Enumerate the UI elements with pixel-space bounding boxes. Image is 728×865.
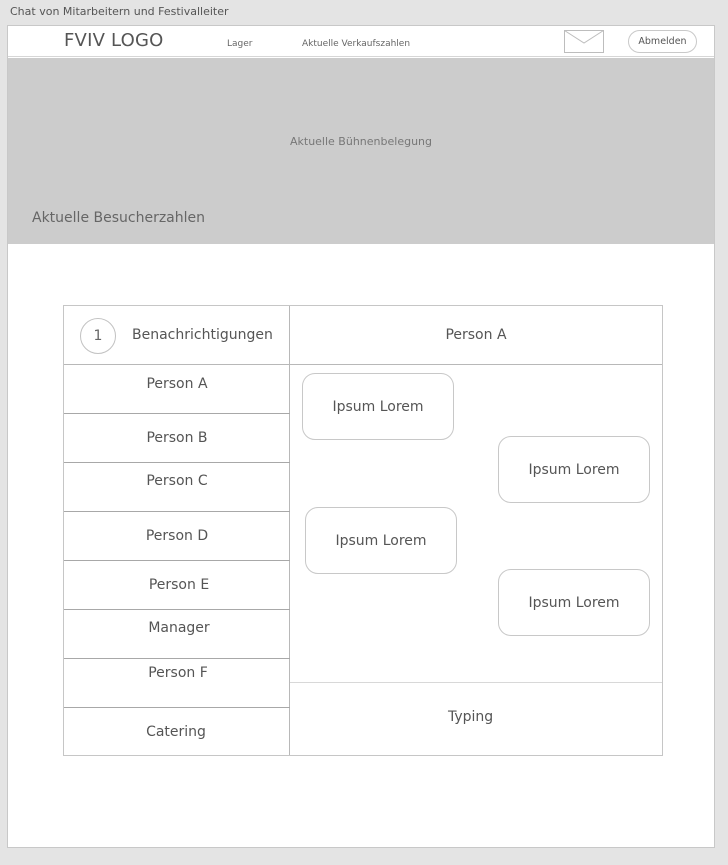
contact-label: Person B: [146, 430, 208, 446]
message-input-text: Typing: [448, 709, 494, 725]
message-bubble: Ipsum Lorem: [302, 373, 454, 440]
message-bubble: Ipsum Lorem: [305, 507, 457, 574]
contact-person-e[interactable]: Person E: [64, 561, 290, 610]
logo[interactable]: FVIV LOGO: [64, 30, 163, 51]
contact-person-a[interactable]: Person A: [64, 365, 290, 414]
contact-label: Person C: [146, 473, 208, 489]
message-bubble: Ipsum Lorem: [498, 436, 650, 503]
current-visitors-label[interactable]: Aktuelle Besucherzahlen: [32, 210, 205, 226]
contact-label: Person F: [148, 665, 208, 681]
contact-label: Manager: [148, 620, 210, 636]
contact-person-c[interactable]: Person C: [64, 463, 290, 512]
notifications-label: Benachrichtigungen: [132, 327, 273, 343]
contact-list: 1 Benachrichtigungen Person A Person B P…: [64, 306, 290, 755]
conversation-partner: Person A: [290, 306, 662, 365]
contact-catering[interactable]: Catering: [64, 708, 290, 755]
envelope-icon[interactable]: [564, 30, 604, 53]
nav-link-lager[interactable]: Lager: [227, 39, 252, 49]
contact-manager[interactable]: Manager: [64, 610, 290, 659]
contact-label: Person E: [148, 577, 210, 593]
logout-button[interactable]: Abmelden: [628, 30, 697, 53]
contact-label: Person A: [146, 376, 208, 392]
message-bubble: Ipsum Lorem: [498, 569, 650, 636]
contact-person-f[interactable]: Person F: [64, 659, 290, 708]
notification-count-badge: 1: [80, 318, 116, 354]
message-input[interactable]: Typing: [290, 682, 662, 755]
stage-banner: Aktuelle Bühnenbelegung Aktuelle Besuche…: [8, 58, 714, 244]
contact-person-b[interactable]: Person B: [64, 414, 290, 463]
nav-link-verkaufszahlen[interactable]: Aktuelle Verkaufszahlen: [302, 39, 410, 49]
notifications-header[interactable]: 1 Benachrichtigungen: [64, 306, 290, 365]
current-stage-label[interactable]: Aktuelle Bühnenbelegung: [8, 135, 714, 148]
page-canvas: FVIV LOGO Lager Aktuelle Verkaufszahlen …: [7, 25, 715, 848]
contact-label: Catering: [146, 724, 206, 740]
contact-label: Person D: [145, 528, 209, 544]
chat-panel: 1 Benachrichtigungen Person A Person B P…: [63, 305, 663, 756]
top-navigation-bar: FVIV LOGO Lager Aktuelle Verkaufszahlen …: [8, 26, 714, 57]
conversation-pane: Person A Ipsum Lorem Ipsum Lorem Ipsum L…: [290, 306, 662, 755]
window-title: Chat von Mitarbeitern und Festivalleiter: [10, 5, 229, 18]
contact-person-d[interactable]: Person D: [64, 512, 290, 561]
